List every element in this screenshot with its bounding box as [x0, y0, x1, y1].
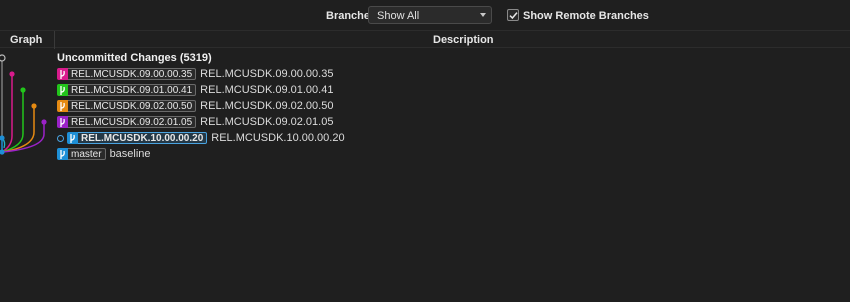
ref-label-head[interactable]: REL.MCUSDK.10.00.00.20: [78, 132, 208, 144]
commit-row[interactable]: REL.MCUSDK.09.01.00.41 REL.MCUSDK.09.01.…: [57, 83, 333, 97]
uncommitted-node[interactable]: [0, 54, 6, 62]
branches-dropdown[interactable]: Show All: [368, 6, 492, 24]
commit-message: REL.MCUSDK.09.02.01.05: [200, 116, 334, 128]
show-remote-label[interactable]: Show Remote Branches: [523, 10, 649, 22]
uncommitted-label: Uncommitted Changes (5319): [57, 52, 212, 64]
ref-label[interactable]: REL.MCUSDK.09.02.00.50: [68, 100, 197, 112]
commit-row[interactable]: REL.MCUSDK.09.02.01.05 REL.MCUSDK.09.02.…: [57, 115, 333, 129]
branches-dropdown-value: Show All: [377, 10, 420, 22]
chevron-down-icon: [480, 13, 486, 17]
branch-icon: [57, 148, 68, 160]
toolbar: Branches: Show All Show Remote Branches: [0, 0, 850, 30]
commit-message: REL.MCUSDK.09.02.00.50: [200, 100, 334, 112]
tag-icon: [57, 84, 68, 96]
commit-row-head[interactable]: REL.MCUSDK.10.00.00.20 REL.MCUSDK.10.00.…: [57, 131, 345, 145]
ref-label[interactable]: REL.MCUSDK.09.02.01.05: [68, 116, 197, 128]
commit-graph: [0, 54, 47, 155]
commit-row[interactable]: REL.MCUSDK.09.00.00.35 REL.MCUSDK.09.00.…: [57, 67, 333, 81]
column-header: Graph Description: [0, 30, 850, 49]
commit-node[interactable]: [20, 87, 26, 93]
graph-column-header[interactable]: Graph: [10, 34, 42, 46]
tag-icon: [57, 68, 68, 80]
description-column-header[interactable]: Description: [433, 34, 494, 46]
commit-message: REL.MCUSDK.09.01.00.41: [200, 84, 334, 96]
commit-message: REL.MCUSDK.10.00.00.20: [211, 132, 345, 144]
tag-icon: [57, 100, 68, 112]
head-indicator-icon: [57, 134, 64, 142]
commit-message: baseline: [109, 148, 151, 160]
commit-row[interactable]: master baseline: [57, 147, 151, 161]
ref-label[interactable]: REL.MCUSDK.09.01.00.41: [68, 84, 197, 96]
commit-message: REL.MCUSDK.09.00.00.35: [200, 68, 334, 80]
commit-node[interactable]: [41, 119, 47, 125]
commit-node[interactable]: [9, 71, 15, 77]
column-divider[interactable]: [54, 31, 55, 49]
ref-label[interactable]: REL.MCUSDK.09.00.00.35: [68, 68, 197, 80]
ref-label[interactable]: master: [68, 148, 106, 160]
branch-icon: [67, 132, 78, 144]
check-icon: [509, 12, 518, 20]
commit-row[interactable]: REL.MCUSDK.09.02.00.50 REL.MCUSDK.09.02.…: [57, 99, 333, 113]
uncommitted-row[interactable]: Uncommitted Changes (5319): [57, 51, 212, 65]
tag-icon: [57, 116, 68, 128]
commit-node[interactable]: [31, 103, 37, 109]
show-remote-checkbox[interactable]: [507, 9, 519, 21]
